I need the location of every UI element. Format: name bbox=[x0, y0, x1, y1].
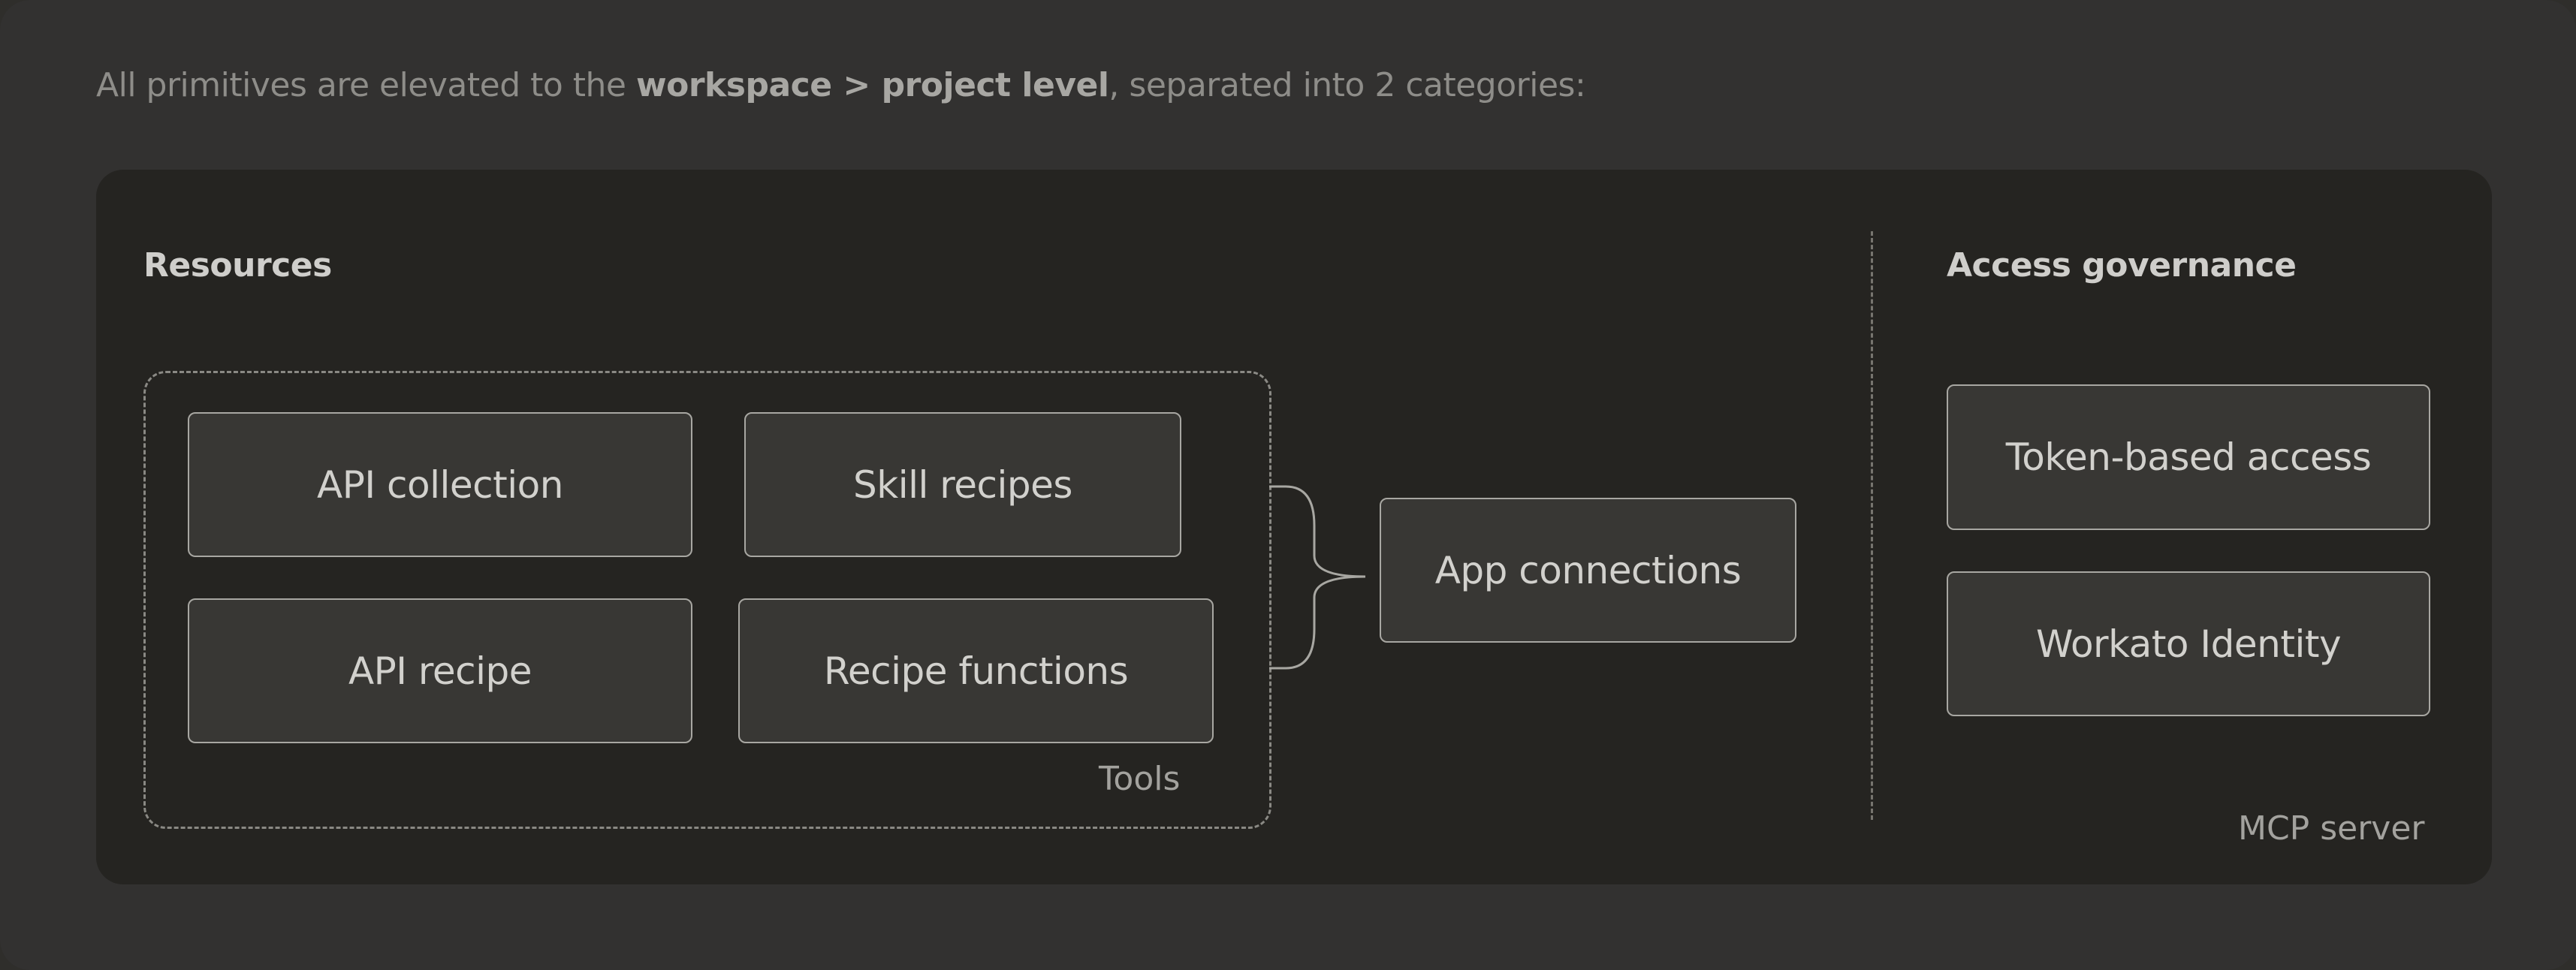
workato-identity-box: Workato Identity bbox=[1947, 571, 2430, 716]
token-based-access-box: Token-based access bbox=[1947, 384, 2430, 530]
app-connections-box: App connections bbox=[1380, 498, 1796, 643]
mcp-server-label: MCP server bbox=[2238, 809, 2425, 848]
diagram-card: All primitives are elevated to the works… bbox=[0, 0, 2576, 970]
